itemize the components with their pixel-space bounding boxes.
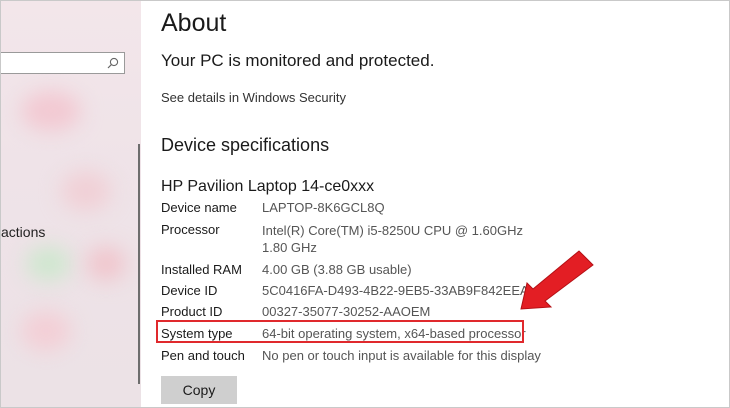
- windows-security-link[interactable]: See details in Windows Security: [161, 90, 346, 105]
- spec-value-device-name: LAPTOP-8K6GCL8Q: [262, 200, 385, 215]
- spec-label-device-id: Device ID: [161, 283, 218, 298]
- scrollbar[interactable]: [138, 144, 140, 384]
- blurred-decor: [61, 171, 111, 211]
- blurred-decor: [26, 246, 71, 281]
- red-arrow-icon: [520, 250, 594, 310]
- copy-button[interactable]: Copy: [161, 376, 237, 404]
- spec-label-processor: Processor: [161, 222, 220, 237]
- sidebar-item-label[interactable]: actions: [1, 224, 45, 240]
- device-specifications-heading: Device specifications: [161, 135, 330, 155]
- settings-sidebar: actions: [1, 1, 141, 407]
- blurred-decor: [21, 91, 81, 131]
- spec-value-processor: Intel(R) Core(TM) i5-8250U CPU @ 1.60GHz…: [262, 223, 523, 255]
- search-icon[interactable]: [107, 57, 119, 69]
- spec-label-device-name: Device name: [161, 200, 237, 215]
- blurred-decor: [86, 246, 126, 281]
- system-type-highlight: [156, 320, 524, 343]
- page-title: About: [161, 9, 227, 37]
- spec-label-product-id: Product ID: [161, 304, 223, 319]
- security-status: Your PC is monitored and protected.: [161, 51, 435, 70]
- about-page: About Your PC is monitored and protected…: [161, 1, 721, 407]
- blurred-decor: [21, 311, 71, 351]
- window-frame: actions About Your PC is monitored and p…: [0, 0, 730, 408]
- spec-label-installed-ram: Installed RAM: [161, 262, 242, 277]
- search-input[interactable]: [1, 52, 125, 74]
- spec-value-pen-and-touch: No pen or touch input is available for t…: [262, 348, 541, 363]
- device-model: HP Pavilion Laptop 14-ce0xxx: [161, 178, 375, 195]
- spec-label-pen-and-touch: Pen and touch: [161, 348, 245, 363]
